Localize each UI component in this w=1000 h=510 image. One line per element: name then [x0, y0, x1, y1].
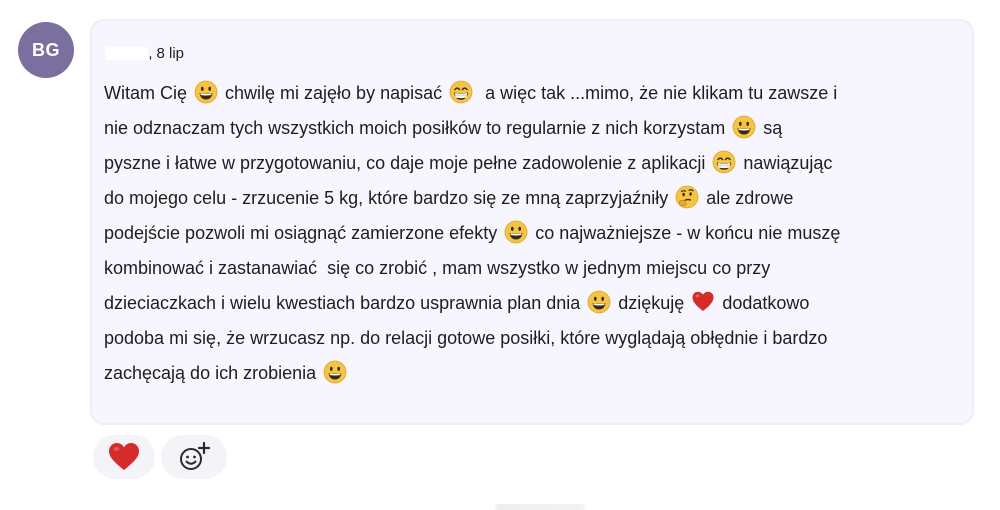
message-text-segment: nawiązując	[738, 153, 833, 173]
add-reaction-icon	[180, 441, 211, 470]
message-text-segment: dziękuję	[613, 293, 690, 313]
grinning-face-icon	[732, 115, 756, 139]
message-line: nie odznaczam tych wszystkich moich posi…	[104, 111, 966, 146]
message-line: kombinować i zastanawiać się co zrobić ,…	[104, 251, 966, 286]
grinning-face-icon	[194, 80, 218, 104]
message-line: podejście pozwoli mi osiągnąć zamierzone…	[104, 216, 966, 251]
heart-reaction-button[interactable]	[93, 435, 155, 479]
message-bubble: B G , 8 lip Witam Cię chwilę mi zajęło b…	[90, 19, 974, 425]
avatar[interactable]: BG	[18, 22, 74, 78]
message-text-segment: są	[758, 118, 783, 138]
message-text-segment: ale zdrowe	[701, 188, 794, 208]
message-text-segment: chwilę mi zajęło by napisać	[220, 83, 448, 103]
grinning-face-icon	[587, 290, 611, 314]
avatar-initials: BG	[32, 39, 60, 60]
beaming-face-icon	[712, 150, 736, 174]
author-name[interactable]: B G	[105, 44, 149, 62]
message-meta: B G , 8 lip	[105, 43, 184, 63]
message-line: pyszne i łatwe w przygotowaniu, co daje …	[104, 146, 966, 181]
beaming-face-icon	[449, 80, 473, 104]
message-line: Witam Cię chwilę mi zajęło by napisać a …	[104, 76, 966, 111]
grinning-face-icon	[504, 220, 528, 244]
message-line: podoba mi się, że wrzucasz np. do relacj…	[104, 321, 966, 356]
message-text-segment: podoba mi się, że wrzucasz np. do relacj…	[104, 328, 828, 348]
message-text: Witam Cię chwilę mi zajęło by napisać a …	[104, 76, 966, 391]
heart-icon	[109, 443, 139, 470]
message-text-segment: dzieciaczkach i wielu kwestiach bardzo u…	[104, 293, 586, 313]
thinking-face-icon	[675, 185, 699, 209]
heart-emoji-icon	[692, 291, 714, 311]
message-text-segment: nie odznaczam tych wszystkich moich posi…	[104, 118, 731, 138]
message-text-segment: Witam Cię	[104, 83, 193, 103]
add-reaction-button[interactable]	[161, 435, 227, 479]
message-text-segment: podejście pozwoli mi osiągnąć zamierzone…	[104, 223, 503, 243]
message-text-segment: dodatkowo	[717, 293, 810, 313]
message-text-segment: kombinować i zastanawiać się co zrobić ,…	[104, 258, 771, 278]
message-text-segment: zachęcają do ich zrobienia	[104, 363, 322, 383]
reaction-bar	[93, 435, 227, 479]
message-text-segment: do mojego celu - zrzucenie 5 kg, które b…	[104, 188, 674, 208]
message-line: zachęcają do ich zrobienia	[104, 356, 966, 391]
scroll-hint	[495, 504, 585, 510]
message-date: 8 lip	[156, 44, 185, 62]
message-line: do mojego celu - zrzucenie 5 kg, które b…	[104, 181, 966, 216]
grinning-face-icon	[323, 360, 347, 384]
message-text-segment: pyszne i łatwe w przygotowaniu, co daje …	[104, 153, 711, 173]
message-line: dzieciaczkach i wielu kwestiach bardzo u…	[104, 286, 966, 321]
message-text-segment: a więc tak ...mimo, że nie klikam tu zaw…	[475, 83, 838, 103]
message-text-segment: co najważniejsze - w końcu nie muszę	[530, 223, 841, 243]
